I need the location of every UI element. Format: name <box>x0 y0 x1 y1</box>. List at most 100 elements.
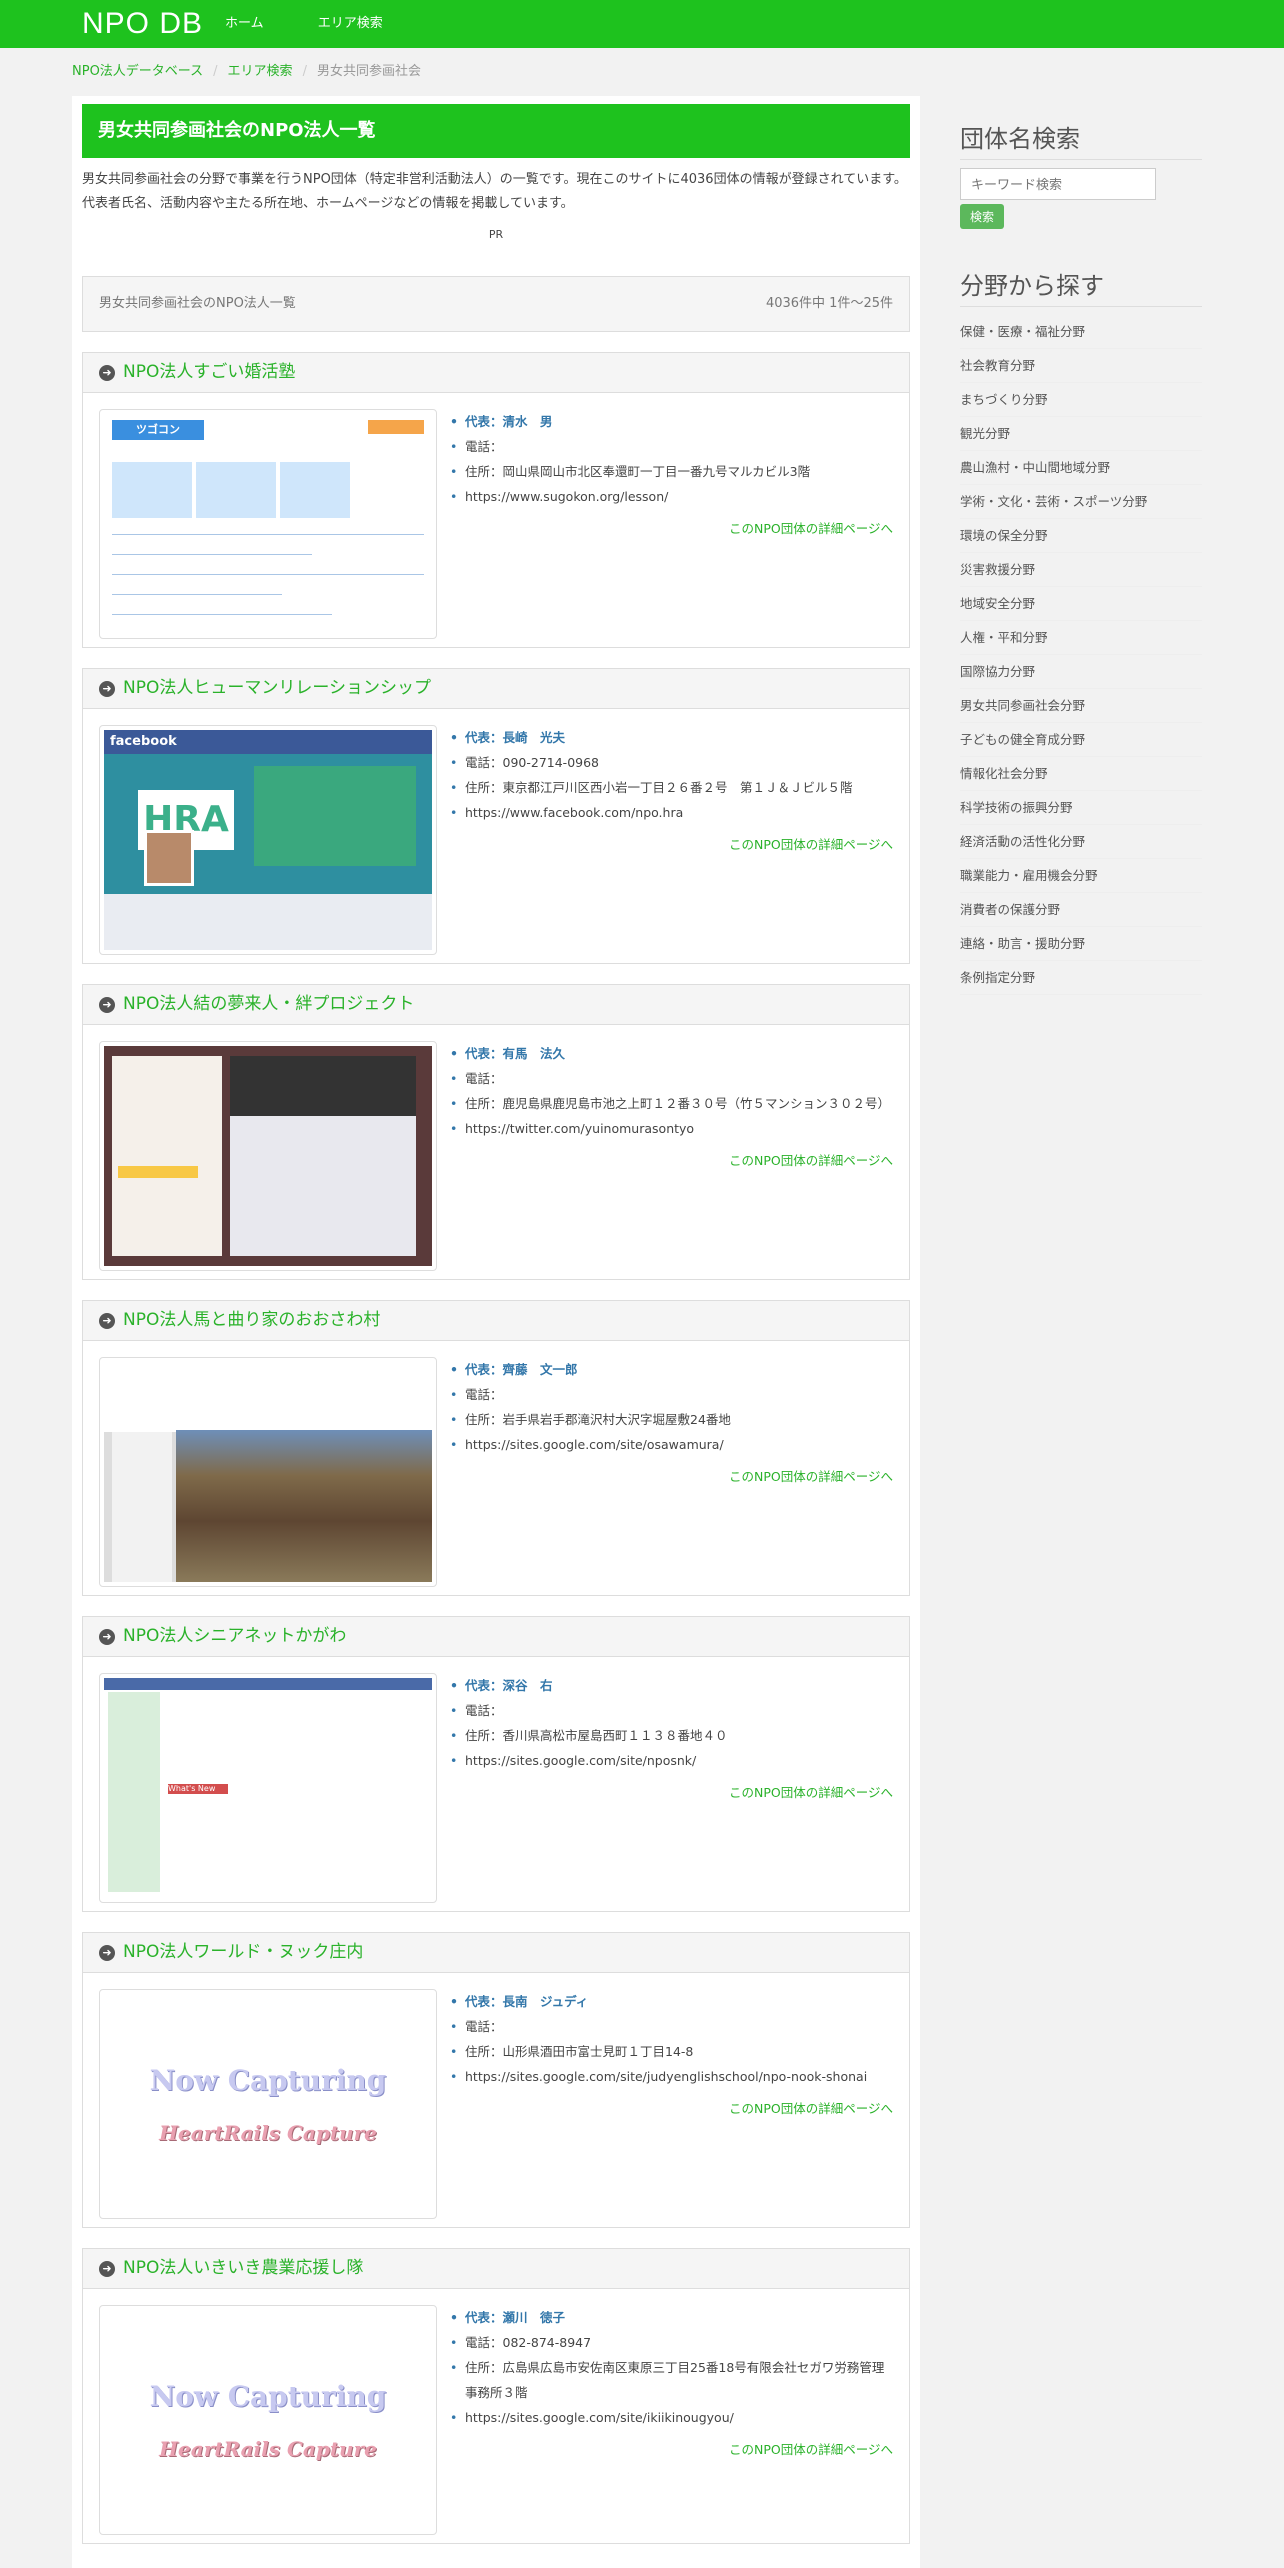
capture-placeholder-brand: HeartRails Capture <box>159 2437 377 2462</box>
category-item: まちづくり分野 <box>960 383 1202 418</box>
category-item: 保健・医療・福祉分野 <box>960 315 1202 350</box>
arrow-right-circle-icon: ➜ <box>99 1312 115 1329</box>
category-list: 保健・医療・福祉分野 社会教育分野 まちづくり分野 観光分野 農山漁村・中山間地… <box>960 315 1202 996</box>
thumbnail-logo: ツゴコン <box>112 420 204 440</box>
category-link[interactable]: 環境の保全分野 <box>960 526 1048 546</box>
org-card-header: ➜ NPO法人シニアネットかがわ <box>83 1617 909 1657</box>
arrow-right-circle-icon: ➜ <box>99 1628 115 1645</box>
org-address: 住所：岡山県岡山市北区奉還町一丁目一番九号マルカビル3階 <box>447 459 893 484</box>
org-phone: 電話：082-874-8947 <box>447 2330 893 2355</box>
nav-area-search-link[interactable]: エリア検索 <box>318 14 383 35</box>
category-link[interactable]: 子どもの健全育成分野 <box>960 730 1085 750</box>
breadcrumb-separator: / <box>302 63 307 79</box>
breadcrumb-area[interactable]: エリア検索 <box>228 62 293 83</box>
category-link[interactable]: 経済活動の活性化分野 <box>960 832 1085 852</box>
org-detail-link[interactable]: このNPO団体の詳細ページへ <box>729 1469 893 1484</box>
category-link[interactable]: 学術・文化・芸術・スポーツ分野 <box>960 492 1147 512</box>
org-representative: 代表：有馬 法久 <box>447 1041 893 1066</box>
org-card-header: ➜ NPO法人ヒューマンリレーションシップ <box>83 669 909 709</box>
org-address: 住所：山形県酒田市富士見町１丁目14-8 <box>447 2039 893 2064</box>
org-thumbnail[interactable]: What's New <box>99 1673 437 1903</box>
org-url: https://sites.google.com/site/osawamura/ <box>447 1432 893 1457</box>
org-representative: 代表：長崎 光夫 <box>447 725 893 750</box>
org-card: ➜ NPO法人ワールド・ヌック庄内 Now Capturing HeartRai… <box>82 1932 910 2228</box>
category-link[interactable]: 農山漁村・中山間地域分野 <box>960 458 1110 478</box>
org-address: 住所：鹿児島県鹿児島市池之上町１２番３０号（竹５マンション３０２号） <box>447 1091 893 1116</box>
org-card-header: ➜ NPO法人馬と曲り家のおおさわ村 <box>83 1301 909 1341</box>
top-navbar: NPO DB ホーム エリア検索 <box>0 0 1284 48</box>
category-link[interactable]: 男女共同参画社会分野 <box>960 696 1085 716</box>
org-thumbnail[interactable]: ツゴコン <box>99 409 437 639</box>
main-content: 男女共同参画社会のNPO法人一覧 男女共同参画社会の分野で事業を行うNPO団体（… <box>72 96 920 2568</box>
search-button[interactable]: 検索 <box>960 204 1005 230</box>
arrow-right-circle-icon: ➜ <box>99 680 115 697</box>
org-name-link[interactable]: NPO法人結の夢来人・絆プロジェクト <box>123 991 414 1018</box>
category-link[interactable]: 災害救援分野 <box>960 560 1035 580</box>
nav-home-link[interactable]: ホーム <box>225 14 264 35</box>
category-link[interactable]: 職業能力・雇用機会分野 <box>960 866 1098 886</box>
org-phone: 電話：090-2714-0968 <box>447 750 893 775</box>
org-detail-link[interactable]: このNPO団体の詳細ページへ <box>729 2442 893 2457</box>
org-card: ➜ NPO法人ヒューマンリレーションシップ facebook HRA 代表：長崎… <box>82 668 910 964</box>
org-detail-link[interactable]: このNPO団体の詳細ページへ <box>729 837 893 852</box>
category-item: 職業能力・雇用機会分野 <box>960 859 1202 894</box>
org-phone: 電話： <box>447 1066 893 1091</box>
org-representative: 代表：清水 男 <box>447 409 893 434</box>
result-count: 4036件中 1件～25件 <box>765 295 893 311</box>
org-thumbnail[interactable]: Now Capturing HeartRails Capture <box>99 2305 437 2535</box>
category-link[interactable]: 科学技術の振興分野 <box>960 798 1073 818</box>
org-card-header: ➜ NPO法人すごい婚活塾 <box>83 353 909 393</box>
org-thumbnail[interactable]: facebook HRA <box>99 725 437 955</box>
category-item: 子どもの健全育成分野 <box>960 723 1202 758</box>
category-link[interactable]: 社会教育分野 <box>960 356 1035 376</box>
category-item: 人権・平和分野 <box>960 621 1202 656</box>
list-label: 男女共同参画社会のNPO法人一覧 <box>99 295 296 311</box>
org-name-link[interactable]: NPO法人ヒューマンリレーションシップ <box>123 675 431 702</box>
org-thumbnail[interactable]: Now Capturing HeartRails Capture <box>99 1989 437 2219</box>
org-url: https://www.facebook.com/npo.hra <box>447 800 893 825</box>
org-name-link[interactable]: NPO法人すごい婚活塾 <box>123 359 295 386</box>
category-item: 条例指定分野 <box>960 961 1202 996</box>
org-thumbnail[interactable] <box>99 1041 437 1271</box>
breadcrumb-current: 男女共同参画社会 <box>316 63 421 79</box>
org-detail-link[interactable]: このNPO団体の詳細ページへ <box>729 521 893 536</box>
category-link[interactable]: 国際協力分野 <box>960 662 1035 682</box>
org-card: ➜ NPO法人いきいき農業応援し隊 Now Capturing HeartRai… <box>82 2248 910 2544</box>
keyword-search-input[interactable] <box>960 168 1156 201</box>
org-address: 住所：香川県高松市屋島西町１１３８番地４０ <box>447 1723 893 1748</box>
org-detail-link[interactable]: このNPO団体の詳細ページへ <box>729 1153 893 1168</box>
category-link[interactable]: まちづくり分野 <box>960 390 1048 410</box>
org-card-header: ➜ NPO法人ワールド・ヌック庄内 <box>83 1933 909 1973</box>
brand-logo[interactable]: NPO DB <box>82 9 203 39</box>
category-link[interactable]: 人権・平和分野 <box>960 628 1048 648</box>
org-card: ➜ NPO法人シニアネットかがわ What's New 代表：深谷 右 電話： … <box>82 1616 910 1912</box>
capture-placeholder-brand: HeartRails Capture <box>159 2121 377 2146</box>
top-nav: ホーム エリア検索 <box>221 14 401 35</box>
org-card-header: ➜ NPO法人結の夢来人・絆プロジェクト <box>83 985 909 1025</box>
category-link[interactable]: 消費者の保護分野 <box>960 900 1060 920</box>
category-item: 学術・文化・芸術・スポーツ分野 <box>960 485 1202 520</box>
capture-placeholder-title: Now Capturing <box>149 2379 387 2413</box>
org-thumbnail[interactable] <box>99 1357 437 1587</box>
org-card: ➜ NPO法人すごい婚活塾 ツゴコン • 代表：清水 男 • 電話： • 住所：… <box>82 352 910 648</box>
category-link[interactable]: 情報化社会分野 <box>960 764 1048 784</box>
org-phone: 電話： <box>447 1382 893 1407</box>
org-detail-link[interactable]: このNPO団体の詳細ページへ <box>729 1785 893 1800</box>
breadcrumb-home[interactable]: NPO法人データベース <box>72 62 203 83</box>
org-name-link[interactable]: NPO法人シニアネットかがわ <box>123 1623 346 1650</box>
category-item: 消費者の保護分野 <box>960 893 1202 928</box>
category-item: 社会教育分野 <box>960 349 1202 384</box>
org-name-link[interactable]: NPO法人馬と曲り家のおおさわ村 <box>123 1307 380 1334</box>
category-heading: 分野から探す <box>960 271 1202 308</box>
category-link[interactable]: 保健・医療・福祉分野 <box>960 322 1085 342</box>
org-address: 住所：広島県広島市安佐南区東原三丁目25番18号有限会社セガワ労務管理事務所３階 <box>447 2355 893 2405</box>
org-detail-link[interactable]: このNPO団体の詳細ページへ <box>729 2101 893 2116</box>
org-name-link[interactable]: NPO法人いきいき農業応援し隊 <box>123 2255 363 2282</box>
category-link[interactable]: 連絡・助言・援助分野 <box>960 934 1085 954</box>
org-address: 住所：東京都江戸川区西小岩一丁目２６番２号 第１Ｊ＆Ｊビル５階 <box>447 775 893 800</box>
org-name-link[interactable]: NPO法人ワールド・ヌック庄内 <box>123 1939 363 1966</box>
category-link[interactable]: 条例指定分野 <box>960 968 1035 988</box>
arrow-right-circle-icon: ➜ <box>99 1944 115 1961</box>
category-link[interactable]: 観光分野 <box>960 424 1010 444</box>
category-link[interactable]: 地域安全分野 <box>960 594 1035 614</box>
